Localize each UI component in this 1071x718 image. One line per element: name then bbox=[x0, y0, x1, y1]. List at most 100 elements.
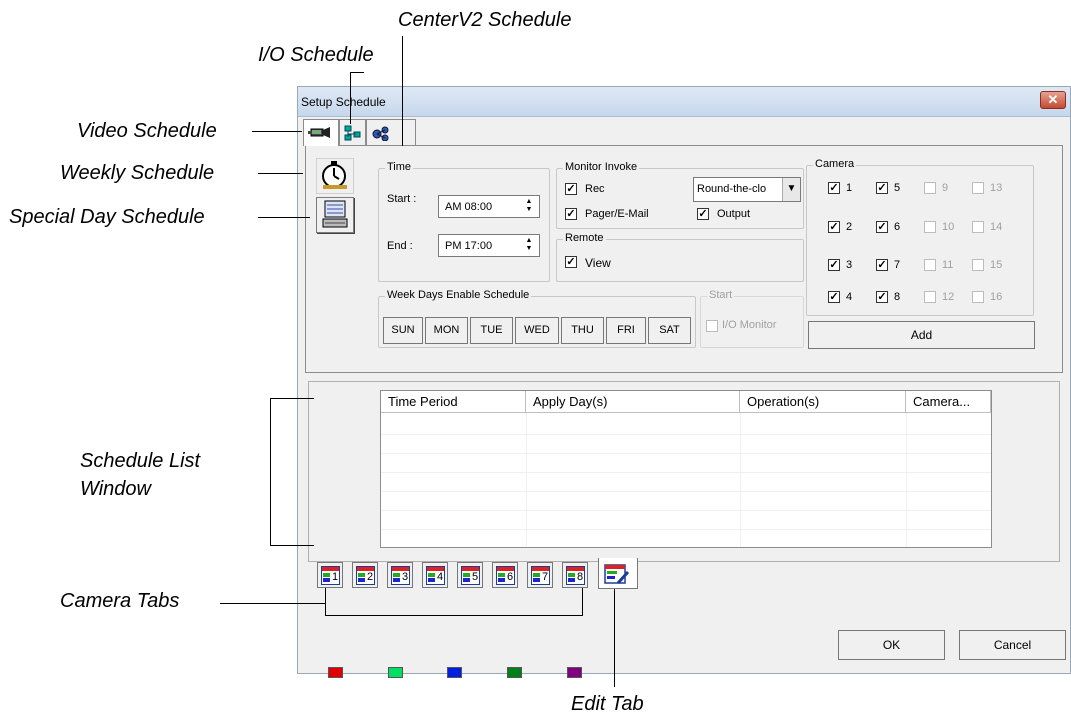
callout-centerv2-schedule: CenterV2 Schedule bbox=[398, 9, 572, 31]
leader-line bbox=[270, 398, 271, 546]
weekday-button-mon[interactable]: MON bbox=[425, 317, 468, 344]
camera-checkbox[interactable]: ✓ bbox=[876, 182, 888, 194]
rec-label: Rec bbox=[585, 183, 605, 195]
camera-tab-number: 8 bbox=[577, 571, 584, 583]
weekday-button-sun[interactable]: SUN bbox=[383, 317, 423, 344]
io-monitor-checkbox[interactable] bbox=[706, 320, 718, 332]
schedule-mode-value: Round-the-clo bbox=[697, 183, 767, 195]
camera-tab-8[interactable]: 8 bbox=[562, 562, 588, 588]
weekly-schedule-button[interactable] bbox=[316, 158, 354, 194]
camera-checkbox-label: 6 bbox=[894, 221, 901, 233]
camera-checkbox[interactable]: ✓ bbox=[828, 259, 840, 271]
camera-checkbox[interactable] bbox=[924, 182, 936, 194]
camera-tab-3[interactable]: 3 bbox=[387, 562, 413, 588]
pager-email-label: Pager/E-Mail bbox=[585, 208, 649, 220]
close-button[interactable]: ✕ bbox=[1040, 91, 1066, 109]
camera-tab-6[interactable]: 6 bbox=[492, 562, 518, 588]
time-legend: Time bbox=[385, 161, 414, 173]
camera-tab-5[interactable]: 5 bbox=[457, 562, 483, 588]
start-group-legend: Start bbox=[707, 289, 735, 301]
leader-line bbox=[350, 72, 351, 124]
callout-edit-tab: Edit Tab bbox=[571, 693, 644, 715]
tab-io-schedule[interactable] bbox=[339, 119, 366, 145]
camera-checkbox-label: 3 bbox=[846, 259, 853, 271]
weekday-button-sat[interactable]: SAT bbox=[648, 317, 691, 344]
camera-legend: Camera bbox=[813, 158, 857, 170]
camera-checkbox-label: 16 bbox=[990, 291, 1003, 303]
camera-checkbox[interactable]: ✓ bbox=[876, 221, 888, 233]
weekday-button-thu[interactable]: THU bbox=[561, 317, 604, 344]
schedule-mode-select[interactable]: Round-the-clo ▼ bbox=[693, 177, 801, 202]
tab-centerv2-schedule[interactable] bbox=[366, 119, 416, 145]
leader-line bbox=[402, 36, 403, 146]
leader-line bbox=[252, 131, 302, 132]
camera-tab-4[interactable]: 4 bbox=[422, 562, 448, 588]
camera-checkbox[interactable]: ✓ bbox=[876, 291, 888, 303]
callout-video-schedule: Video Schedule bbox=[77, 120, 217, 142]
camera-checkbox[interactable] bbox=[972, 221, 984, 233]
edit-tab[interactable] bbox=[598, 558, 638, 589]
camera-tab-7[interactable]: 7 bbox=[527, 562, 553, 588]
camera-tab-2[interactable]: 2 bbox=[352, 562, 378, 588]
camera-checkbox[interactable] bbox=[924, 221, 936, 233]
camera-checkbox[interactable] bbox=[972, 182, 984, 194]
camera-checkbox-label: 15 bbox=[990, 259, 1003, 271]
camera-tab-number: 7 bbox=[542, 571, 549, 583]
week-days-legend: Week Days Enable Schedule bbox=[385, 289, 532, 301]
camera-checkbox[interactable] bbox=[972, 291, 984, 303]
camera-checkbox-label: 7 bbox=[894, 259, 901, 271]
leader-line bbox=[614, 589, 615, 687]
camera-checkbox[interactable]: ✓ bbox=[828, 291, 840, 303]
camera-tab-1[interactable]: 1 bbox=[317, 562, 343, 588]
calendar-computer-icon bbox=[322, 200, 348, 228]
add-button[interactable]: Add bbox=[808, 321, 1035, 349]
video-camera-icon bbox=[308, 127, 330, 138]
camera-checkbox-label: 1 bbox=[846, 182, 853, 194]
callout-io-schedule: I/O Schedule bbox=[258, 44, 374, 66]
weekday-button-tue[interactable]: TUE bbox=[470, 317, 513, 344]
column-header-camera[interactable]: Camera... bbox=[906, 391, 991, 413]
camera-checkbox[interactable]: ✓ bbox=[828, 221, 840, 233]
end-time-spinner[interactable]: PM 17:00 ▲ ▼ bbox=[438, 234, 540, 257]
camera-tab-number: 3 bbox=[402, 571, 409, 583]
cancel-button[interactable]: Cancel bbox=[959, 630, 1066, 660]
color-swatch bbox=[388, 667, 403, 678]
view-checkbox[interactable]: ✓ bbox=[565, 256, 577, 268]
camera-checkbox[interactable] bbox=[972, 259, 984, 271]
column-header-time-period[interactable]: Time Period bbox=[381, 391, 526, 413]
end-label: End : bbox=[387, 240, 413, 252]
column-header-apply-days[interactable]: Apply Day(s) bbox=[526, 391, 740, 413]
output-label: Output bbox=[717, 208, 751, 220]
camera-checkbox-label: 5 bbox=[894, 182, 901, 194]
edit-schedule-icon bbox=[604, 564, 630, 585]
camera-tab-number: 6 bbox=[507, 571, 514, 583]
ok-button[interactable]: OK bbox=[838, 630, 945, 660]
monitor-invoke-legend: Monitor Invoke bbox=[563, 161, 640, 173]
start-time-value: AM 08:00 bbox=[445, 201, 493, 213]
spinner-arrows-icon[interactable]: ▲ ▼ bbox=[521, 198, 537, 215]
io-network-icon bbox=[344, 125, 361, 141]
rec-checkbox[interactable]: ✓ bbox=[565, 183, 577, 195]
spinner-arrows-icon[interactable]: ▲ ▼ bbox=[521, 237, 537, 254]
weekday-button-fri[interactable]: FRI bbox=[606, 317, 646, 344]
column-header-operations[interactable]: Operation(s) bbox=[740, 391, 906, 413]
weekday-button-wed[interactable]: WED bbox=[515, 317, 559, 344]
start-time-spinner[interactable]: AM 08:00 ▲ ▼ bbox=[438, 195, 540, 218]
camera-checkbox[interactable]: ✓ bbox=[876, 259, 888, 271]
camera-tab-number: 1 bbox=[332, 571, 339, 583]
camera-checkbox[interactable] bbox=[924, 259, 936, 271]
special-day-schedule-button[interactable] bbox=[316, 197, 354, 233]
camera-tab-number: 4 bbox=[437, 571, 444, 583]
title-bar[interactable]: Setup Schedule ✕ bbox=[298, 87, 1070, 117]
leader-line bbox=[258, 173, 303, 174]
output-checkbox[interactable]: ✓ bbox=[697, 208, 709, 220]
camera-checkbox-label: 12 bbox=[942, 291, 955, 303]
pager-email-checkbox[interactable]: ✓ bbox=[565, 208, 577, 220]
chevron-down-icon[interactable]: ▼ bbox=[782, 178, 800, 201]
schedule-list-table[interactable]: Time Period Apply Day(s) Operation(s) Ca… bbox=[380, 390, 992, 548]
callout-weekly-schedule: Weekly Schedule bbox=[60, 162, 215, 184]
tab-video-schedule[interactable] bbox=[303, 119, 339, 146]
camera-checkbox-label: 14 bbox=[990, 221, 1003, 233]
camera-checkbox[interactable] bbox=[924, 291, 936, 303]
camera-checkbox[interactable]: ✓ bbox=[828, 182, 840, 194]
